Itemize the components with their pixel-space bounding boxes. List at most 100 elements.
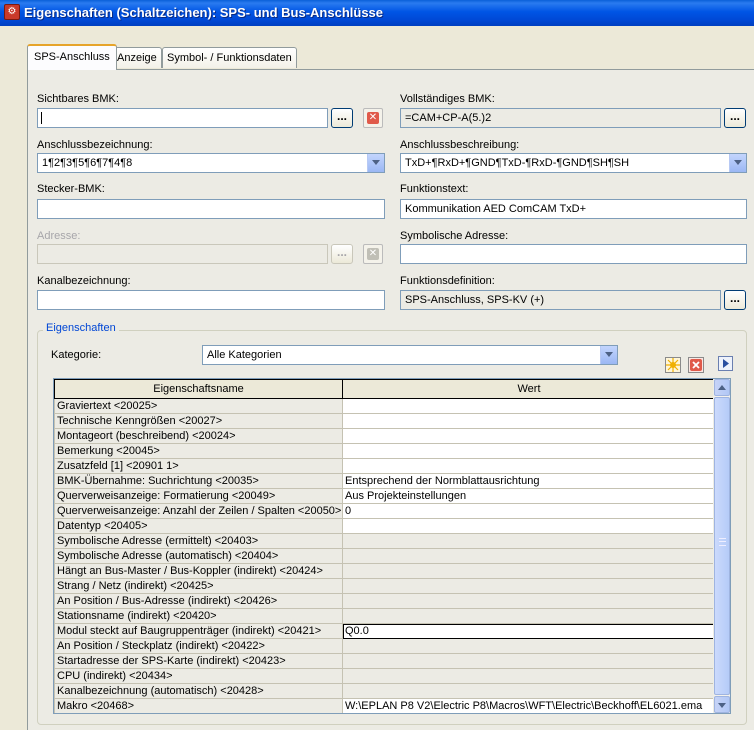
tab-symbol-funktionsdaten[interactable]: Symbol- / Funktionsdaten <box>162 47 297 68</box>
anschlussbezeichnung-combo[interactable]: 1¶2¶3¶5¶6¶7¶4¶8 <box>37 153 385 173</box>
property-name-cell[interactable]: Stationsname (indirekt) <20420> <box>54 608 343 624</box>
property-value-cell[interactable] <box>342 533 716 549</box>
property-name-cell[interactable]: Graviertext <20025> <box>54 398 343 414</box>
property-value-cell[interactable] <box>342 518 716 534</box>
property-name-cell[interactable]: Querverweisanzeige: Formatierung <20049> <box>54 488 343 504</box>
property-value-cell[interactable] <box>342 563 716 579</box>
property-value-cell[interactable] <box>342 638 716 654</box>
property-value-cell[interactable]: Entsprechend der Normblattausrichtung <box>342 473 716 489</box>
stecker-bmk-label: Stecker-BMK: <box>37 183 105 195</box>
eigenschaften-group-title: Eigenschaften <box>43 322 119 334</box>
table-row[interactable]: Stationsname (indirekt) <20420> <box>54 608 716 624</box>
property-name-cell[interactable]: Datentyp <20405> <box>54 518 343 534</box>
sichtbares-bmk-browse-button[interactable]: ... <box>331 108 353 128</box>
table-row[interactable]: Startadresse der SPS-Karte (indirekt) <2… <box>54 653 716 669</box>
column-header-value[interactable]: Wert <box>342 379 716 399</box>
anschlussbeschreibung-combo[interactable]: TxD+¶RxD+¶GND¶TxD-¶RxD-¶GND¶SH¶SH <box>400 153 747 173</box>
property-value-cell[interactable] <box>342 443 716 459</box>
property-name-cell[interactable]: Technische Kenngrößen <20027> <box>54 413 343 429</box>
table-row[interactable]: Modul steckt auf Baugruppenträger (indir… <box>54 623 716 639</box>
table-row[interactable]: An Position / Steckplatz (indirekt) <204… <box>54 638 716 654</box>
property-name-cell[interactable]: Strang / Netz (indirekt) <20425> <box>54 578 343 594</box>
column-header-name[interactable]: Eigenschaftsname <box>54 379 343 399</box>
vollstaendiges-bmk-browse-button[interactable]: ... <box>724 108 746 128</box>
scroll-up-button[interactable] <box>714 379 730 396</box>
table-row[interactable]: Montageort (beschreibend) <20024> <box>54 428 716 444</box>
table-row[interactable]: Hängt an Bus-Master / Bus-Koppler (indir… <box>54 563 716 579</box>
property-value-cell[interactable]: 0 <box>342 503 716 519</box>
chevron-down-icon[interactable] <box>600 346 617 364</box>
scroll-down-button[interactable] <box>714 696 730 713</box>
table-row[interactable]: BMK-Übernahme: Suchrichtung <20035> Entsp… <box>54 473 716 489</box>
symbolische-adresse-input[interactable] <box>400 244 747 264</box>
scroll-thumb[interactable] <box>714 397 730 695</box>
table-row[interactable]: Querverweisanzeige: Formatierung <20049>… <box>54 488 716 504</box>
chevron-down-icon[interactable] <box>367 154 384 172</box>
property-name-cell[interactable]: Kanalbezeichnung (automatisch) <20428> <box>54 683 343 699</box>
property-value-cell[interactable] <box>342 683 716 699</box>
property-name-cell[interactable]: Makro <20468> <box>54 698 343 713</box>
table-row[interactable]: Bemerkung <20045> <box>54 443 716 459</box>
property-name-cell[interactable]: Symbolische Adresse (ermittelt) <20403> <box>54 533 343 549</box>
property-name-cell[interactable]: Querverweisanzeige: Anzahl der Zeilen / … <box>54 503 343 519</box>
kategorie-combo[interactable]: Alle Kategorien <box>202 345 618 365</box>
window-title-bar[interactable]: ⚙ Eigenschaften (Schaltzeichen): SPS- un… <box>0 0 754 26</box>
funktionsdefinition-input[interactable]: SPS-Anschluss, SPS-KV (+) <box>400 290 721 310</box>
table-row[interactable]: Symbolische Adresse (ermittelt) <20403> <box>54 533 716 549</box>
property-name-cell[interactable]: BMK-Übernahme: Suchrichtung <20035> <box>54 473 343 489</box>
property-value-cell[interactable] <box>342 398 716 414</box>
new-property-button[interactable] <box>665 357 681 373</box>
funktionsdefinition-browse-button[interactable]: ... <box>724 290 746 310</box>
property-name-cell[interactable]: An Position / Steckplatz (indirekt) <204… <box>54 638 343 654</box>
property-name-cell[interactable]: Startadresse der SPS-Karte (indirekt) <2… <box>54 653 343 669</box>
property-name-cell[interactable]: Modul steckt auf Baugruppenträger (indir… <box>54 623 343 639</box>
table-row[interactable]: CPU (indirekt) <20434> <box>54 668 716 684</box>
tab-anzeige[interactable]: Anzeige <box>112 47 162 68</box>
kategorie-value: Alle Kategorien <box>207 349 282 361</box>
table-row[interactable]: Graviertext <20025> <box>54 398 716 414</box>
sichtbares-bmk-input[interactable] <box>37 108 328 128</box>
property-name-cell[interactable]: Zusatzfeld [1] <20901 1> <box>54 458 343 474</box>
table-row[interactable]: Querverweisanzeige: Anzahl der Zeilen / … <box>54 503 716 519</box>
property-value-cell[interactable]: W:\EPLAN P8 V2\Electric P8\Macros\WFT\El… <box>342 698 716 713</box>
vollstaendiges-bmk-input[interactable]: =CAM+CP-A(5.)2 <box>400 108 721 128</box>
property-name-cell[interactable]: Montageort (beschreibend) <20024> <box>54 428 343 444</box>
table-row[interactable]: Zusatzfeld [1] <20901 1> <box>54 458 716 474</box>
property-value-cell[interactable] <box>342 608 716 624</box>
property-value-cell[interactable]: Q0.0 <box>342 623 716 639</box>
properties-grid[interactable]: Eigenschaftsname Wert Graviertext <20025… <box>53 378 731 714</box>
delete-icon <box>690 359 702 371</box>
delete-icon: ✕ <box>367 248 379 260</box>
sichtbares-bmk-label: Sichtbares BMK: <box>37 93 119 105</box>
kanalbezeichnung-input[interactable] <box>37 290 385 310</box>
table-row[interactable]: An Position / Bus-Adresse (indirekt) <20… <box>54 593 716 609</box>
table-row[interactable]: Symbolische Adresse (automatisch) <20404… <box>54 548 716 564</box>
property-value-cell[interactable] <box>342 413 716 429</box>
table-row[interactable]: Kanalbezeichnung (automatisch) <20428> <box>54 683 716 699</box>
delete-property-button[interactable] <box>688 357 704 373</box>
move-right-button[interactable] <box>718 356 733 371</box>
property-value-cell[interactable] <box>342 653 716 669</box>
table-row[interactable]: Strang / Netz (indirekt) <20425> <box>54 578 716 594</box>
property-name-cell[interactable]: CPU (indirekt) <20434> <box>54 668 343 684</box>
property-name-cell[interactable]: Bemerkung <20045> <box>54 443 343 459</box>
vertical-scrollbar[interactable] <box>713 379 730 713</box>
chevron-down-icon[interactable] <box>729 154 746 172</box>
stecker-bmk-input[interactable] <box>37 199 385 219</box>
property-value-cell[interactable] <box>342 668 716 684</box>
property-name-cell[interactable]: An Position / Bus-Adresse (indirekt) <20… <box>54 593 343 609</box>
property-name-cell[interactable]: Hängt an Bus-Master / Bus-Koppler (indir… <box>54 563 343 579</box>
table-row[interactable]: Makro <20468> W:\EPLAN P8 V2\Electric P8\… <box>54 698 716 713</box>
table-row[interactable]: Datentyp <20405> <box>54 518 716 534</box>
tab-sps-anschluss[interactable]: SPS-Anschluss <box>27 44 117 70</box>
funktionstext-input[interactable]: Kommunikation AED ComCAM TxD+ <box>400 199 747 219</box>
property-value-cell[interactable] <box>342 578 716 594</box>
property-name-cell[interactable]: Symbolische Adresse (automatisch) <20404… <box>54 548 343 564</box>
sichtbares-bmk-delete-button[interactable]: ✕ <box>363 108 383 128</box>
property-value-cell[interactable] <box>342 548 716 564</box>
property-value-cell[interactable] <box>342 458 716 474</box>
property-value-cell[interactable] <box>342 428 716 444</box>
property-value-cell[interactable] <box>342 593 716 609</box>
table-row[interactable]: Technische Kenngrößen <20027> <box>54 413 716 429</box>
property-value-cell[interactable]: Aus Projekteinstellungen <box>342 488 716 504</box>
